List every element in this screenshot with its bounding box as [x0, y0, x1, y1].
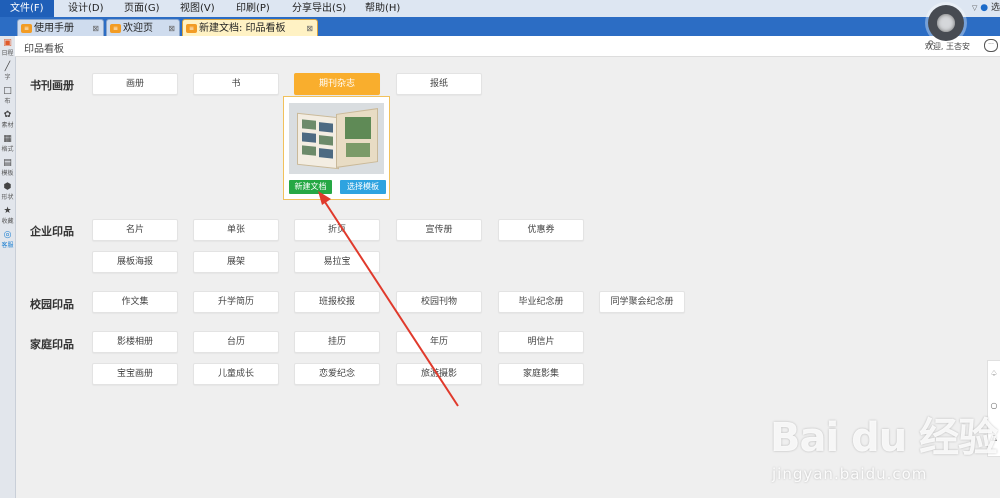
layout-icon: □: [3, 86, 12, 96]
sidebar-item-text[interactable]: ╱ 字: [0, 60, 15, 82]
product-button-resume[interactable]: 升学简历: [193, 291, 279, 313]
product-button-desk-calendar[interactable]: 台历: [193, 331, 279, 353]
product-button-display-stand[interactable]: 展架: [193, 251, 279, 273]
app-doc-icon: ≡: [21, 24, 32, 33]
product-button-business-card[interactable]: 名片: [92, 219, 178, 241]
close-icon[interactable]: ⊠: [306, 20, 313, 36]
tab-welcome[interactable]: ≡ 欢迎页 ⊠: [106, 19, 180, 36]
magazine-popup: 新建文档 选择模板: [283, 96, 390, 200]
text-icon: ╱: [4, 62, 11, 72]
menu-help[interactable]: 帮助(H): [365, 0, 400, 17]
product-button-year-calendar[interactable]: 年历: [396, 331, 482, 353]
calendar-icon: ▣: [3, 38, 12, 48]
product-button-newspaper[interactable]: 报纸: [396, 73, 482, 95]
product-button-child-growth[interactable]: 儿童成长: [193, 363, 279, 385]
category-enterprise: 企业印品: [30, 225, 74, 238]
product-button-album[interactable]: 画册: [92, 73, 178, 95]
product-button-campus-journal[interactable]: 校园刊物: [396, 291, 482, 313]
magazine-cover-photo: [345, 117, 371, 139]
share-icon[interactable]: ◭: [989, 433, 999, 442]
product-button-essay-collection[interactable]: 作文集: [92, 291, 178, 313]
sidebar-item-layout[interactable]: □ 布: [0, 84, 15, 106]
product-button-magazine[interactable]: 期刊杂志: [294, 73, 380, 95]
tab-label: 欢迎页: [123, 23, 153, 34]
grid-icon: ▦: [3, 134, 12, 144]
comment-icon[interactable]: ○: [989, 401, 999, 410]
product-button-coupon[interactable]: 优惠券: [498, 219, 584, 241]
close-icon[interactable]: ⊠: [168, 20, 175, 36]
collapse-icon[interactable]: ▽: [972, 4, 977, 12]
product-button-fold[interactable]: 折页: [294, 219, 380, 241]
page-title: 印品看板: [24, 44, 64, 55]
product-button-rollup[interactable]: 易拉宝: [294, 251, 380, 273]
menu-share-export[interactable]: 分享导出(S): [292, 0, 346, 17]
product-button-wall-calendar[interactable]: 挂历: [294, 331, 380, 353]
product-button-travel-photo[interactable]: 旅游摄影: [396, 363, 482, 385]
user-mini-icon[interactable]: ●: [980, 3, 988, 13]
chat-bubble-icon: ◎: [3, 230, 12, 240]
sidebar-item-schedule[interactable]: ▣ 日程: [0, 36, 15, 58]
product-button-love-memory[interactable]: 恋爱纪念: [294, 363, 380, 385]
product-button-family-album[interactable]: 家庭影集: [498, 363, 584, 385]
choose-template-button[interactable]: 选择模板: [340, 180, 386, 194]
tab-label: 使用手册: [34, 23, 74, 34]
message-icon[interactable]: ···: [984, 39, 998, 52]
menu-design[interactable]: 设计(D): [68, 0, 104, 17]
menu-bar: 文件(F) 设计(D) 页面(G) 视图(V) 印刷(P) 分享导出(S) 帮助…: [0, 0, 1000, 18]
sidebar-item-template[interactable]: ▤ 模板: [0, 156, 15, 178]
magazine-preview-image: [289, 103, 384, 174]
sidebar-item-material[interactable]: ✿ 素材: [0, 108, 15, 130]
right-float-toolbar: ♤ ○ ◭: [987, 360, 1000, 457]
category-campus: 校园印品: [30, 298, 74, 311]
app-doc-icon: ≡: [186, 24, 197, 33]
magazine-left-page: [297, 112, 339, 170]
product-button-reunion-book[interactable]: 同学聚会纪念册: [599, 291, 685, 313]
category-books: 书刊画册: [30, 79, 74, 92]
magazine-photo: [346, 143, 370, 157]
left-toolbar: ▣ 日程 ╱ 字 □ 布 ✿ 素材 ▦ 格式 ▤ 模板 ⬢ 形状 ★ 收藏 ◎ …: [0, 36, 16, 498]
sidebar-item-favorites[interactable]: ★ 收藏: [0, 204, 15, 226]
menu-print[interactable]: 印刷(P): [236, 0, 270, 17]
app-doc-icon: ≡: [110, 24, 121, 33]
star-icon: ★: [3, 206, 12, 216]
baidu-watermark: Bai du 经验 jingyan.baidu.com: [770, 405, 1000, 498]
baidu-url: jingyan.baidu.com: [772, 465, 928, 483]
tab-label: 新建文档: 印品看板: [199, 23, 286, 34]
bell-icon[interactable]: ♤: [989, 369, 999, 378]
category-family: 家庭印品: [30, 338, 74, 351]
product-button-book[interactable]: 书: [193, 73, 279, 95]
welcome-text[interactable]: 欢迎, 王杏安: [925, 41, 970, 52]
close-icon[interactable]: ⊠: [92, 20, 99, 36]
options-label[interactable]: 选: [991, 3, 1000, 13]
sidebar-item-service[interactable]: ◎ 客服: [0, 228, 15, 250]
sidebar-item-format[interactable]: ▦ 格式: [0, 132, 15, 154]
material-icon: ✿: [3, 110, 12, 120]
template-icon: ▤: [3, 158, 12, 168]
product-button-brochure[interactable]: 宣传册: [396, 219, 482, 241]
shape-icon: ⬢: [3, 182, 12, 192]
product-button-baby-album[interactable]: 宝宝画册: [92, 363, 178, 385]
menu-view[interactable]: 视图(V): [180, 0, 215, 17]
sidebar-item-shape[interactable]: ⬢ 形状: [0, 180, 15, 202]
tab-new-document[interactable]: ≡ 新建文档: 印品看板 ⊠: [182, 19, 318, 36]
product-button-graduation-book[interactable]: 毕业纪念册: [498, 291, 584, 313]
product-button-studio-album[interactable]: 影楼相册: [92, 331, 178, 353]
floating-assistant-button[interactable]: [928, 5, 964, 41]
tab-manual[interactable]: ≡ 使用手册 ⊠: [17, 19, 104, 36]
product-button-poster[interactable]: 展板海报: [92, 251, 178, 273]
menu-page[interactable]: 页面(G): [124, 0, 160, 17]
menu-file[interactable]: 文件(F): [0, 0, 54, 17]
board-header: 印品看板 ⚲ 欢迎, 王杏安 ···: [15, 36, 1000, 57]
product-button-flyer[interactable]: 单张: [193, 219, 279, 241]
product-button-school-paper[interactable]: 班报校报: [294, 291, 380, 313]
product-button-postcard[interactable]: 明信片: [498, 331, 584, 353]
assistant-icon: [937, 14, 955, 32]
system-area: ▽ ● 选: [972, 0, 1000, 17]
document-tab-bar: ≡ 使用手册 ⊠ ≡ 欢迎页 ⊠ ≡ 新建文档: 印品看板 ⊠: [0, 17, 1000, 36]
baidu-logo: Bai du 经验: [770, 415, 998, 461]
new-document-button[interactable]: 新建文档: [289, 180, 332, 194]
